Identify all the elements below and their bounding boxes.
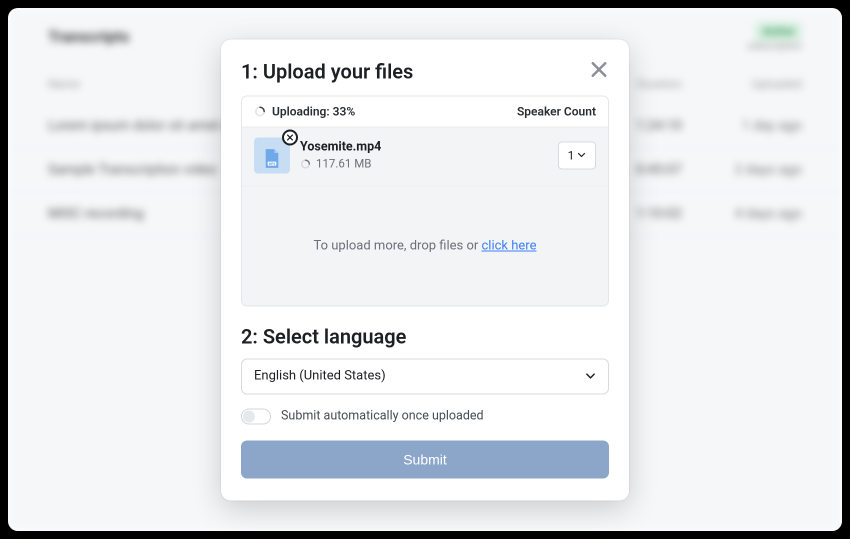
file-row: MP3 Yosemite.mp4 117.61 MB 1 — [242, 126, 608, 185]
file-size: 117.61 MB — [316, 157, 371, 171]
submit-button[interactable]: Submit — [241, 440, 609, 478]
col-uploaded: Uploaded — [682, 77, 802, 91]
page-title: Transcripts — [48, 27, 129, 46]
file-icon: MP3 — [262, 147, 282, 169]
language-value: English (United States) — [254, 369, 386, 384]
chevron-down-icon — [585, 371, 596, 382]
file-thumbnail: MP3 — [254, 137, 290, 173]
speaker-count-value: 1 — [568, 148, 575, 162]
upload-modal: 1: Upload your files Uploading: 33% Spea… — [221, 39, 629, 500]
speaker-count-label: Speaker Count — [517, 104, 596, 118]
spinner-icon — [254, 105, 266, 117]
upload-status-prefix: Uploading: — [272, 104, 330, 118]
close-icon — [589, 59, 609, 79]
auto-submit-label: Submit automatically once uploaded — [281, 409, 484, 424]
step1-title: 1: Upload your files — [241, 59, 413, 83]
svg-text:MP3: MP3 — [269, 161, 276, 165]
dropzone[interactable]: To upload more, drop files or click here — [242, 185, 608, 305]
auto-submit-toggle[interactable] — [241, 408, 271, 424]
step2-title: 2: Select language — [241, 324, 609, 348]
language-select[interactable]: English (United States) — [241, 358, 609, 394]
spinner-icon — [300, 158, 311, 169]
status-badge: Active — [755, 22, 802, 41]
chevron-down-icon — [577, 151, 586, 160]
click-here-link[interactable]: click here — [482, 238, 537, 253]
drop-text: To upload more, drop files or — [314, 238, 482, 253]
speaker-count-select[interactable]: 1 — [558, 141, 596, 169]
close-icon — [286, 133, 294, 141]
remove-file-button[interactable] — [282, 129, 298, 145]
close-button[interactable] — [589, 59, 609, 79]
upload-box: Uploading: 33% Speaker Count MP3 — [241, 95, 609, 306]
file-name: Yosemite.mp4 — [300, 140, 548, 155]
upload-percent: 33% — [333, 104, 356, 118]
toggle-knob — [243, 410, 255, 422]
